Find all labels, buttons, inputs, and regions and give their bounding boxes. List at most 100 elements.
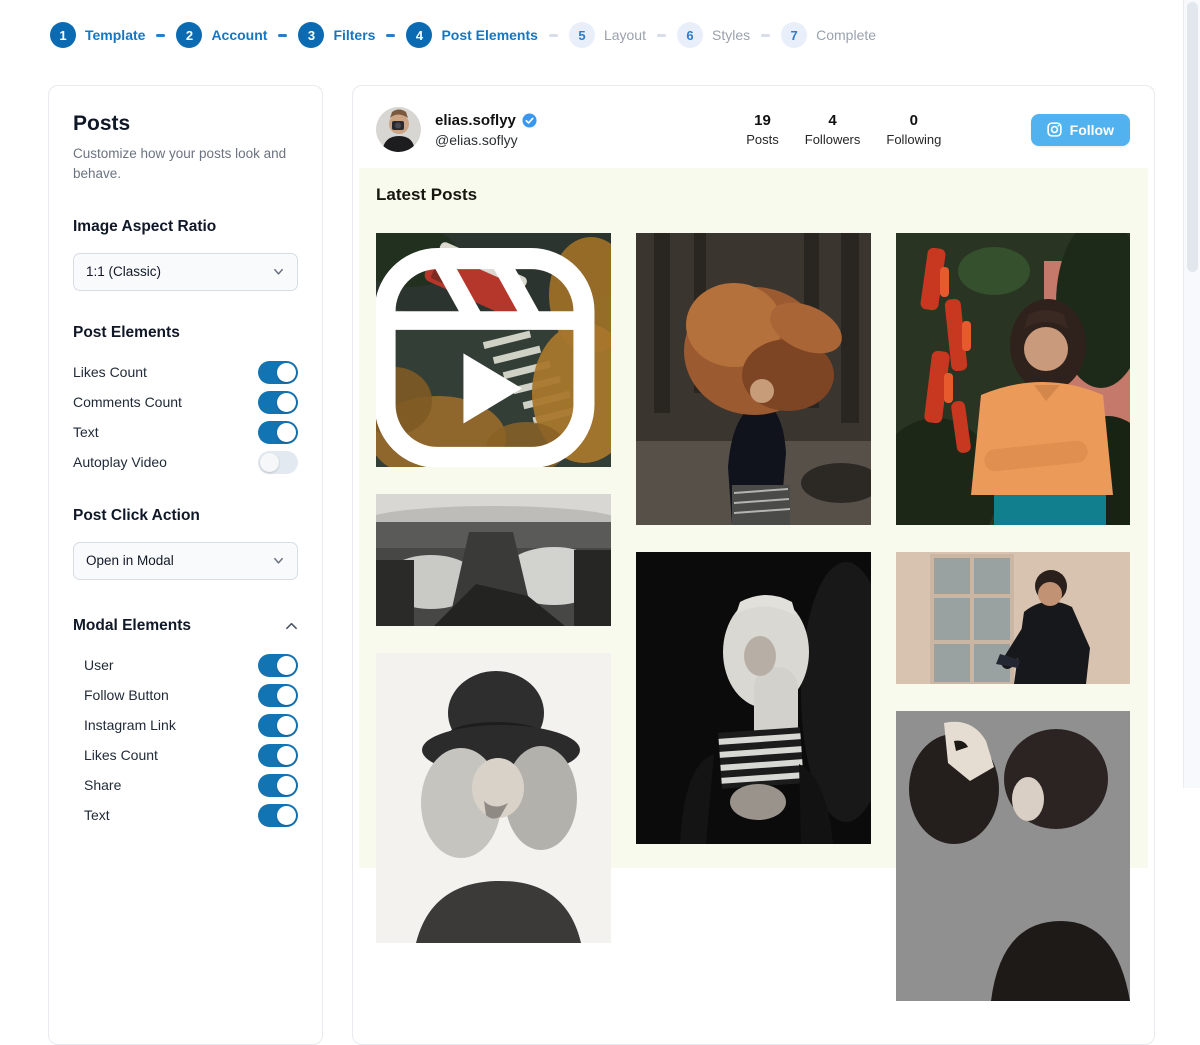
post-elements-heading: Post Elements [73,324,298,342]
setting-row: Likes Count [73,361,298,384]
step-label: Complete [816,27,876,43]
stat-posts: 19 Posts [746,112,779,147]
step-connector [278,34,287,37]
profile-stats: 19 Posts 4 Followers 0 Following [626,112,941,147]
post-thumbnail[interactable] [896,711,1130,1001]
text-toggle[interactable] [258,421,298,444]
profile-header: elias.soflyy @elias.soflyy 19 Posts 4 Fo… [353,86,1154,168]
step-account[interactable]: 2 Account [145,22,267,48]
step-label: Styles [712,27,750,43]
post-thumbnail[interactable] [636,552,871,844]
setting-row: Likes Count [84,744,298,767]
stat-value: 0 [886,112,941,129]
modal-instagram-link-toggle[interactable] [258,714,298,737]
step-label: Template [85,27,145,43]
stat-label: Following [886,132,941,147]
post-thumbnail[interactable] [636,233,871,525]
step-filters[interactable]: 3 Filters [267,22,375,48]
follow-button[interactable]: Follow [1031,114,1130,146]
post-thumbnail[interactable] [376,233,611,467]
likes-count-toggle[interactable] [258,361,298,384]
grid-column [896,233,1130,1001]
step-label: Layout [604,27,646,43]
latest-posts-heading: Latest Posts [376,185,1131,205]
scrollbar-thumb[interactable] [1187,2,1198,272]
modal-elements-heading: Modal Elements [73,617,191,635]
page-scrollbar[interactable] [1183,0,1200,788]
modal-likes-count-toggle[interactable] [258,744,298,767]
modal-instagram-link-label: Instagram Link [84,717,176,733]
step-complete[interactable]: 7 Complete [750,22,876,48]
step-styles[interactable]: 6 Styles [646,22,750,48]
chevron-up-icon [285,621,298,631]
post-click-action-heading: Post Click Action [73,507,298,525]
step-number: 3 [298,22,324,48]
follow-label: Follow [1070,122,1114,138]
step-number: 2 [176,22,202,48]
step-connector [761,34,770,37]
step-number: 6 [677,22,703,48]
comments-count-label: Comments Count [73,394,182,410]
autoplay-video-label: Autoplay Video [73,454,167,470]
step-connector [386,34,395,37]
feed-preview-panel: elias.soflyy @elias.soflyy 19 Posts 4 Fo… [352,85,1155,1045]
stat-value: 19 [746,112,779,129]
posts-grid [376,233,1131,1001]
avatar[interactable] [376,107,421,152]
post-thumbnail[interactable] [376,653,611,943]
verified-badge-icon [522,113,537,128]
setting-row: Comments Count [73,391,298,414]
post-thumbnail[interactable] [896,552,1130,684]
step-label: Filters [333,27,375,43]
modal-follow-button-label: Follow Button [84,687,169,703]
step-layout[interactable]: 5 Layout [538,22,646,48]
post-thumbnail[interactable] [896,233,1130,525]
text-label: Text [73,424,99,440]
step-number: 7 [781,22,807,48]
setting-row: Text [73,421,298,444]
modal-text-toggle[interactable] [258,804,298,827]
latest-posts-section: Latest Posts [359,168,1148,868]
panel-subtitle: Customize how your posts look and behave… [73,144,288,185]
modal-text-label: Text [84,807,110,823]
posts-settings-panel: Posts Customize how your posts look and … [48,85,323,1045]
modal-share-toggle[interactable] [258,774,298,797]
step-label: Post Elements [441,27,537,43]
modal-follow-button-toggle[interactable] [258,684,298,707]
step-connector [657,34,666,37]
setting-row: Follow Button [84,684,298,707]
step-connector [156,34,165,37]
modal-user-toggle[interactable] [258,654,298,677]
autoplay-video-toggle[interactable] [258,451,298,474]
step-connector [549,34,558,37]
panel-title: Posts [73,112,298,136]
select-value: Open in Modal [86,553,174,568]
post-thumbnail[interactable] [376,494,611,626]
comments-count-toggle[interactable] [258,391,298,414]
post-click-action-select[interactable]: Open in Modal [73,542,298,580]
reel-icon [376,241,602,467]
step-number: 1 [50,22,76,48]
stat-label: Posts [746,132,779,147]
step-post-elements[interactable]: 4 Post Elements [375,22,537,48]
stat-value: 4 [805,112,861,129]
setting-row: Instagram Link [84,714,298,737]
username: elias.soflyy [435,112,516,129]
modal-likes-count-label: Likes Count [84,747,158,763]
stat-label: Followers [805,132,861,147]
instagram-icon [1047,122,1062,137]
likes-count-label: Likes Count [73,364,147,380]
modal-elements-header[interactable]: Modal Elements [73,617,298,635]
setting-row: User [84,654,298,677]
chevron-down-icon [272,265,285,278]
select-value: 1:1 (Classic) [86,264,161,279]
stat-following: 0 Following [886,112,941,147]
step-template[interactable]: 1 Template [50,22,145,48]
profile-handle: @elias.soflyy [435,132,537,148]
image-aspect-ratio-heading: Image Aspect Ratio [73,218,298,236]
step-label: Account [211,27,267,43]
profile-names: elias.soflyy @elias.soflyy [435,112,537,148]
grid-column [636,233,871,1001]
modal-share-label: Share [84,777,121,793]
image-aspect-ratio-select[interactable]: 1:1 (Classic) [73,253,298,291]
